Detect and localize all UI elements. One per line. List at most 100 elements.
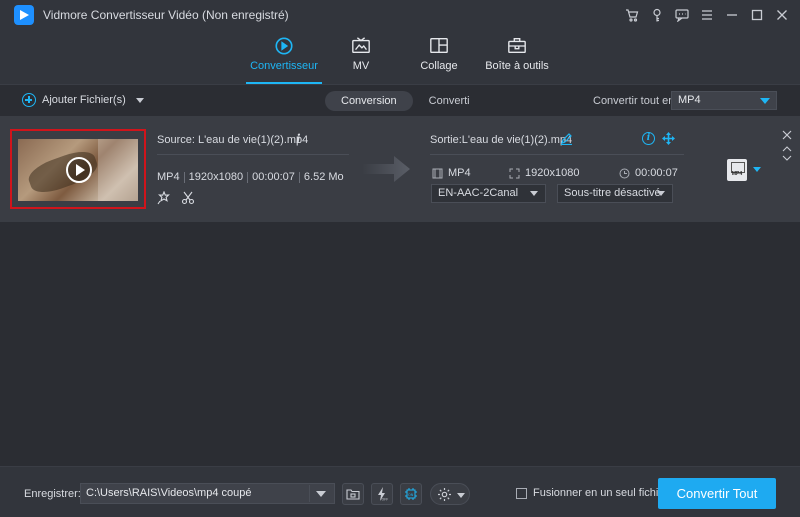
output-duration-meta: 00:00:07 bbox=[619, 167, 678, 179]
convert-icon bbox=[275, 37, 293, 55]
audio-track-select[interactable]: EN-AAC-2Canal bbox=[431, 184, 546, 203]
tab-conversion[interactable]: Conversion bbox=[325, 91, 413, 111]
subtitle-value: Sous-titre désactivé bbox=[564, 187, 661, 199]
edit-icon[interactable] bbox=[560, 132, 573, 145]
edit-tools bbox=[157, 191, 195, 205]
chevron-down-icon[interactable] bbox=[135, 97, 144, 103]
gear-icon bbox=[438, 488, 451, 501]
subtitle-select[interactable]: Sous-titre désactivé bbox=[557, 184, 673, 203]
gpu-acceleration-on-button[interactable]: ON bbox=[400, 483, 422, 505]
info-icon[interactable]: i bbox=[296, 132, 301, 146]
close-icon[interactable] bbox=[769, 4, 794, 26]
move-icon[interactable] bbox=[662, 132, 675, 145]
chevron-down-icon[interactable] bbox=[753, 167, 761, 172]
output-format: MP4 bbox=[448, 167, 471, 179]
feedback-icon[interactable] bbox=[669, 4, 694, 26]
resize-icon bbox=[509, 168, 520, 178]
svg-text:OFF: OFF bbox=[382, 498, 389, 502]
menu-icon[interactable] bbox=[694, 4, 719, 26]
chevron-up-icon[interactable] bbox=[782, 145, 792, 153]
divider bbox=[157, 154, 349, 155]
app-logo-icon bbox=[14, 5, 34, 25]
magic-wand-icon[interactable] bbox=[157, 191, 171, 205]
source-resolution: 1920x1080 bbox=[188, 171, 244, 183]
add-files-button[interactable]: Ajouter Fichier(s) bbox=[22, 93, 144, 107]
chevron-down-icon bbox=[457, 493, 465, 498]
chevron-down-icon[interactable] bbox=[316, 491, 326, 497]
cpu-on-icon: ON bbox=[405, 488, 417, 500]
key-icon[interactable] bbox=[644, 4, 669, 26]
output-format-badge[interactable] bbox=[727, 159, 747, 181]
open-folder-button[interactable] bbox=[342, 483, 364, 505]
divider bbox=[309, 485, 310, 502]
bottom-bar: Enregistrer: C:\Users\RAIS\Videos\mp4 co… bbox=[0, 466, 800, 517]
cart-icon[interactable] bbox=[619, 4, 644, 26]
main-tabs: Convertisseur MV Collage Boîte à outils bbox=[0, 30, 800, 84]
convert-all-format-select[interactable]: MP4 bbox=[671, 91, 777, 110]
merge-label: Fusionner en un seul fichier bbox=[533, 487, 669, 499]
tab-label: Convertisseur bbox=[250, 60, 318, 72]
close-icon[interactable] bbox=[781, 129, 793, 141]
save-label: Enregistrer: bbox=[24, 488, 81, 500]
tab-collage[interactable]: Collage bbox=[416, 34, 462, 82]
add-icon bbox=[22, 93, 36, 107]
separator bbox=[298, 172, 300, 183]
audio-track-value: EN-AAC-2Canal bbox=[438, 187, 519, 199]
mv-icon bbox=[352, 37, 370, 54]
output-info-icon[interactable]: i bbox=[642, 132, 655, 145]
tab-mv[interactable]: MV bbox=[343, 34, 379, 82]
chevron-down-icon bbox=[530, 191, 538, 196]
minimize-icon[interactable] bbox=[719, 4, 744, 26]
toolbox-icon bbox=[508, 38, 526, 54]
convert-all-button[interactable]: Convertir Tout bbox=[658, 478, 776, 509]
tab-label: Collage bbox=[420, 60, 458, 72]
arrow-right-icon bbox=[362, 156, 410, 182]
merge-option[interactable]: Fusionner en un seul fichier bbox=[516, 487, 668, 499]
source-duration: 00:00:07 bbox=[252, 171, 295, 183]
divider bbox=[430, 154, 684, 155]
video-thumbnail[interactable] bbox=[10, 129, 146, 209]
settings-button[interactable] bbox=[430, 483, 470, 505]
window-controls bbox=[619, 4, 794, 26]
merge-checkbox[interactable] bbox=[516, 487, 527, 499]
clock-icon bbox=[619, 168, 630, 178]
add-files-label: Ajouter Fichier(s) bbox=[42, 94, 126, 106]
format-badge-label: MP4 bbox=[731, 171, 743, 177]
play-icon[interactable] bbox=[66, 157, 92, 183]
chevron-down-icon[interactable] bbox=[782, 154, 792, 162]
lightning-off-icon: OFF bbox=[378, 487, 389, 502]
output-resolution: 1920x1080 bbox=[525, 167, 580, 179]
sub-tabs: Conversion Converti bbox=[325, 91, 486, 111]
title-bar: Vidmore Convertisseur Vidéo (Non enregis… bbox=[0, 0, 800, 30]
file-row: Source: L'eau de vie(1)(2).mp4 i MP4 192… bbox=[0, 116, 800, 222]
convert-all-label: Convertir tout en: bbox=[593, 95, 678, 107]
output-format-meta: MP4 bbox=[432, 167, 471, 179]
tab-label: Boîte à outils bbox=[485, 60, 549, 72]
output-duration: 00:00:07 bbox=[635, 167, 678, 179]
toolbar: Ajouter Fichier(s) Conversion Converti C… bbox=[0, 84, 800, 116]
source-size: 6.52 Mo bbox=[303, 171, 344, 183]
source-filename: Source: L'eau de vie(1)(2).mp4 bbox=[157, 134, 309, 146]
output-resolution-meta: 1920x1080 bbox=[509, 167, 579, 179]
chevron-down-icon bbox=[657, 191, 665, 196]
source-meta: MP4 1920x1080 00:00:07 6.52 Mo bbox=[157, 171, 344, 183]
tab-converti[interactable]: Converti bbox=[413, 91, 486, 111]
tab-boite-a-outils[interactable]: Boîte à outils bbox=[485, 34, 549, 82]
maximize-icon[interactable] bbox=[744, 4, 769, 26]
source-format: MP4 bbox=[157, 171, 180, 183]
tab-label: MV bbox=[352, 60, 370, 72]
svg-text:ON: ON bbox=[408, 493, 414, 497]
hardware-acceleration-off-button[interactable]: OFF bbox=[371, 483, 393, 505]
format-select-value: MP4 bbox=[678, 94, 701, 106]
chevron-down-icon bbox=[760, 98, 770, 104]
folder-icon bbox=[346, 489, 360, 500]
tab-convertisseur[interactable]: Convertisseur bbox=[246, 34, 322, 84]
separator bbox=[247, 172, 249, 183]
separator bbox=[183, 172, 185, 183]
save-path-field[interactable]: C:\Users\RAIS\Videos\mp4 coupé bbox=[80, 483, 335, 504]
collage-icon bbox=[430, 38, 448, 54]
film-icon bbox=[432, 168, 443, 178]
thumbnail-image bbox=[18, 139, 138, 201]
output-filename: Sortie:L'eau de vie(1)(2).mp4 bbox=[430, 134, 573, 146]
scissors-icon[interactable] bbox=[181, 191, 195, 205]
